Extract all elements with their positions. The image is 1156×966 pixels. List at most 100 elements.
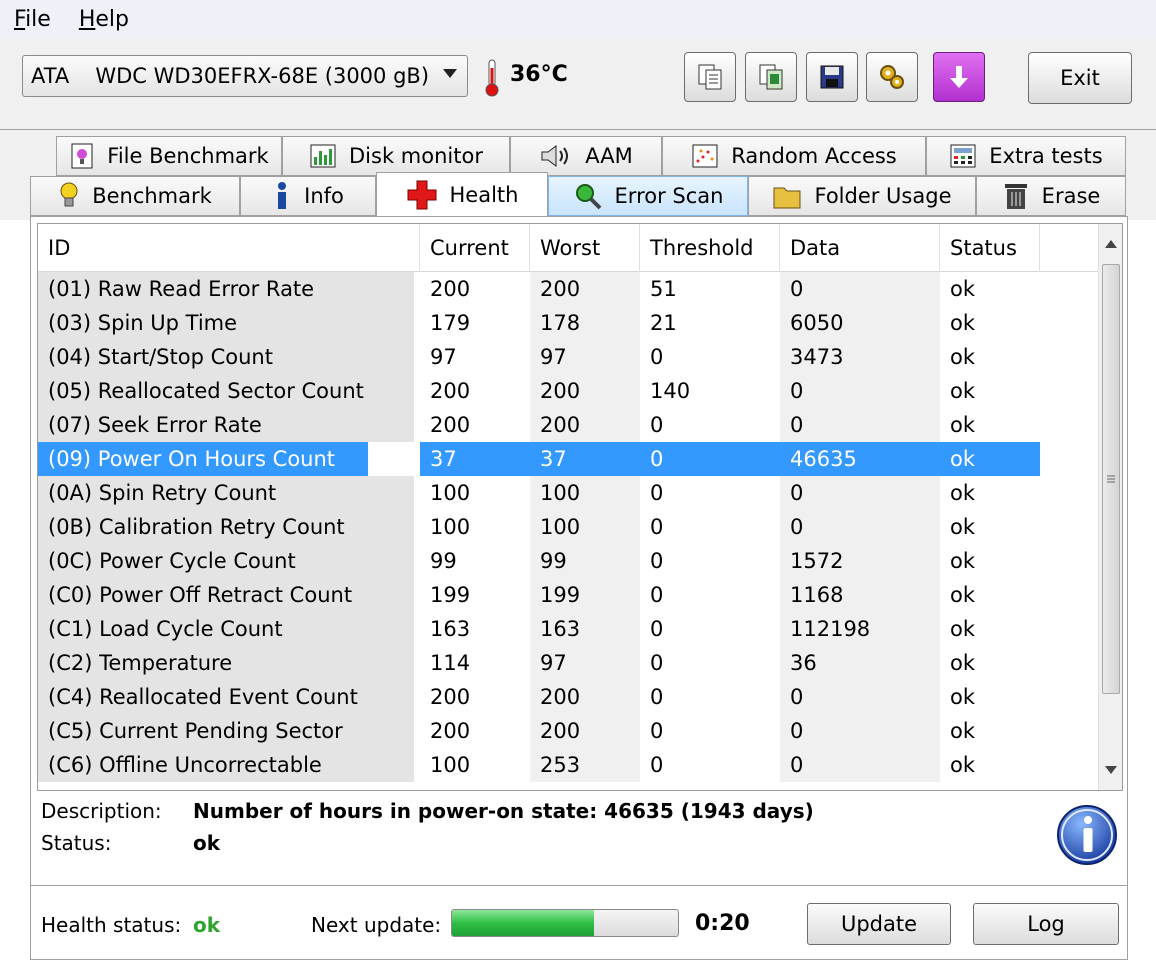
table-row[interactable]: (01) Raw Read Error Rate 200 200 51 0 ok xyxy=(38,272,1100,306)
scroll-down-arrow-icon[interactable] xyxy=(1099,758,1122,782)
cell-threshold: 140 xyxy=(640,374,780,408)
smart-table[interactable]: ID Current Worst Threshold Data Status (… xyxy=(37,223,1123,791)
cell-worst: 199 xyxy=(530,578,640,612)
description-value: Number of hours in power-on state: 46635… xyxy=(193,799,814,823)
cell-status: ok xyxy=(940,306,1040,340)
menu-file[interactable]: File xyxy=(0,7,65,32)
table-row[interactable]: (C6) Offline Uncorrectable 100 253 0 0 ok xyxy=(38,748,1100,782)
file-benchmark-icon xyxy=(71,143,93,169)
header-worst[interactable]: Worst xyxy=(530,224,640,272)
header-id[interactable]: ID xyxy=(38,224,420,272)
cell-data: 0 xyxy=(780,374,940,408)
drive-select[interactable]: ATA WDC WD30EFRX-68E (3000 gB) xyxy=(22,55,468,97)
tab-error-scan[interactable]: Error Scan xyxy=(548,176,748,216)
cell-data: 46635 xyxy=(780,442,940,476)
tab-info[interactable]: Info xyxy=(240,176,376,216)
tab-erase[interactable]: Erase xyxy=(976,176,1126,216)
table-row[interactable]: (C5) Current Pending Sector 200 200 0 0 ok xyxy=(38,714,1100,748)
header-current[interactable]: Current xyxy=(420,224,530,272)
menu-help[interactable]: Help xyxy=(65,7,143,32)
cell-worst: 200 xyxy=(530,680,640,714)
tab-file-benchmark[interactable]: File Benchmark xyxy=(56,136,282,176)
tab-aam[interactable]: AAM xyxy=(510,136,662,176)
cell-data: 0 xyxy=(780,510,940,544)
exit-button[interactable]: Exit xyxy=(1028,52,1132,104)
table-row[interactable]: (C4) Reallocated Event Count 200 200 0 0 ok xyxy=(38,680,1100,714)
scroll-thumb[interactable] xyxy=(1102,264,1120,694)
cell-current: 97 xyxy=(420,340,530,374)
tab-random-access[interactable]: Random Access xyxy=(662,136,926,176)
table-row[interactable]: (05) Reallocated Sector Count 200 200 140 0 o… xyxy=(38,374,1100,408)
menu-file-accesskey: F xyxy=(14,6,26,32)
tab-extra-tests[interactable]: Extra tests xyxy=(926,136,1126,176)
cell-threshold: 0 xyxy=(640,442,780,476)
vertical-scrollbar[interactable] xyxy=(1098,224,1122,790)
tab-strip: File Benchmark Disk monitor AAM Random A… xyxy=(0,130,1156,220)
info-icon xyxy=(278,182,287,209)
table-row[interactable]: (C0) Power Off Retract Count 199 199 0 1168 o… xyxy=(38,578,1100,612)
table-row[interactable]: (0C) Power Cycle Count 99 99 0 1572 ok xyxy=(38,544,1100,578)
table-row[interactable]: (C1) Load Cycle Count 163 163 0 112198 ok xyxy=(38,612,1100,646)
cell-worst: 200 xyxy=(530,714,640,748)
cell-data: 1168 xyxy=(780,578,940,612)
table-header: ID Current Worst Threshold Data Status xyxy=(38,224,1100,272)
cell-status: ok xyxy=(940,680,1040,714)
health-status-label: Health status: xyxy=(41,913,182,937)
menu-file-label: ile xyxy=(25,6,51,32)
tab-folder-usage[interactable]: Folder Usage xyxy=(748,176,976,216)
cell-id: (04) Start/Stop Count xyxy=(38,340,414,374)
cell-threshold: 0 xyxy=(640,612,780,646)
toolbar: ATA WDC WD30EFRX-68E (3000 gB) 36°C Exit xyxy=(0,38,1156,130)
table-row[interactable]: (0A) Spin Retry Count 100 100 0 0 ok xyxy=(38,476,1100,510)
description-label: Description: xyxy=(41,799,162,823)
update-button[interactable]: Update xyxy=(807,903,951,945)
tab-health[interactable]: Health xyxy=(376,172,548,216)
gear-icon xyxy=(880,65,904,89)
tab-label: Health xyxy=(449,182,519,207)
calculator-icon xyxy=(950,144,976,168)
table-row[interactable]: (09) Power On Hours Count 37 37 0 46635 ok xyxy=(38,442,1100,476)
cell-id: (C1) Load Cycle Count xyxy=(38,612,414,646)
arrow-down-icon xyxy=(950,66,968,88)
selection-gap xyxy=(368,442,420,476)
options-button[interactable] xyxy=(866,52,918,102)
download-button[interactable] xyxy=(933,52,985,102)
cell-current: 200 xyxy=(420,408,530,442)
cell-status: ok xyxy=(940,408,1040,442)
tab-disk-monitor[interactable]: Disk monitor xyxy=(282,136,510,176)
cell-data: 0 xyxy=(780,680,940,714)
copy-screenshot-button[interactable] xyxy=(745,52,797,102)
header-status[interactable]: Status xyxy=(940,224,1040,272)
tab-label: Erase xyxy=(1041,184,1101,208)
cell-id: (01) Raw Read Error Rate xyxy=(38,272,414,306)
copy-text-button[interactable] xyxy=(684,52,736,102)
info-circle-icon xyxy=(1057,805,1117,865)
copy-icon xyxy=(698,64,722,90)
cell-status: ok xyxy=(940,612,1040,646)
table-row[interactable]: (C2) Temperature 114 97 0 36 ok xyxy=(38,646,1100,680)
cell-id: (0B) Calibration Retry Count xyxy=(38,510,414,544)
tab-benchmark[interactable]: Benchmark xyxy=(30,176,240,216)
cell-status: ok xyxy=(940,272,1040,306)
cell-id: (07) Seek Error Rate xyxy=(38,408,414,442)
header-threshold[interactable]: Threshold xyxy=(640,224,780,272)
cell-status: ok xyxy=(940,748,1040,782)
cell-worst: 200 xyxy=(530,374,640,408)
tab-label: Benchmark xyxy=(92,184,212,208)
table-row[interactable]: (03) Spin Up Time 179 178 21 6050 ok xyxy=(38,306,1100,340)
cell-data: 36 xyxy=(780,646,940,680)
cell-threshold: 21 xyxy=(640,306,780,340)
cell-id: (0C) Power Cycle Count xyxy=(38,544,414,578)
table-body: (01) Raw Read Error Rate 200 200 51 0 ok (03) … xyxy=(38,272,1100,782)
table-row[interactable]: (04) Start/Stop Count 97 97 0 3473 ok xyxy=(38,340,1100,374)
table-row[interactable]: (07) Seek Error Rate 200 200 0 0 ok xyxy=(38,408,1100,442)
cell-data: 0 xyxy=(780,748,940,782)
trash-icon xyxy=(1004,184,1027,209)
save-button[interactable] xyxy=(806,52,858,102)
cell-threshold: 0 xyxy=(640,748,780,782)
scroll-up-arrow-icon[interactable] xyxy=(1099,232,1122,256)
log-button[interactable]: Log xyxy=(973,903,1119,945)
cell-current: 163 xyxy=(420,612,530,646)
header-data[interactable]: Data xyxy=(780,224,940,272)
table-row[interactable]: (0B) Calibration Retry Count 100 100 0 0 ok xyxy=(38,510,1100,544)
